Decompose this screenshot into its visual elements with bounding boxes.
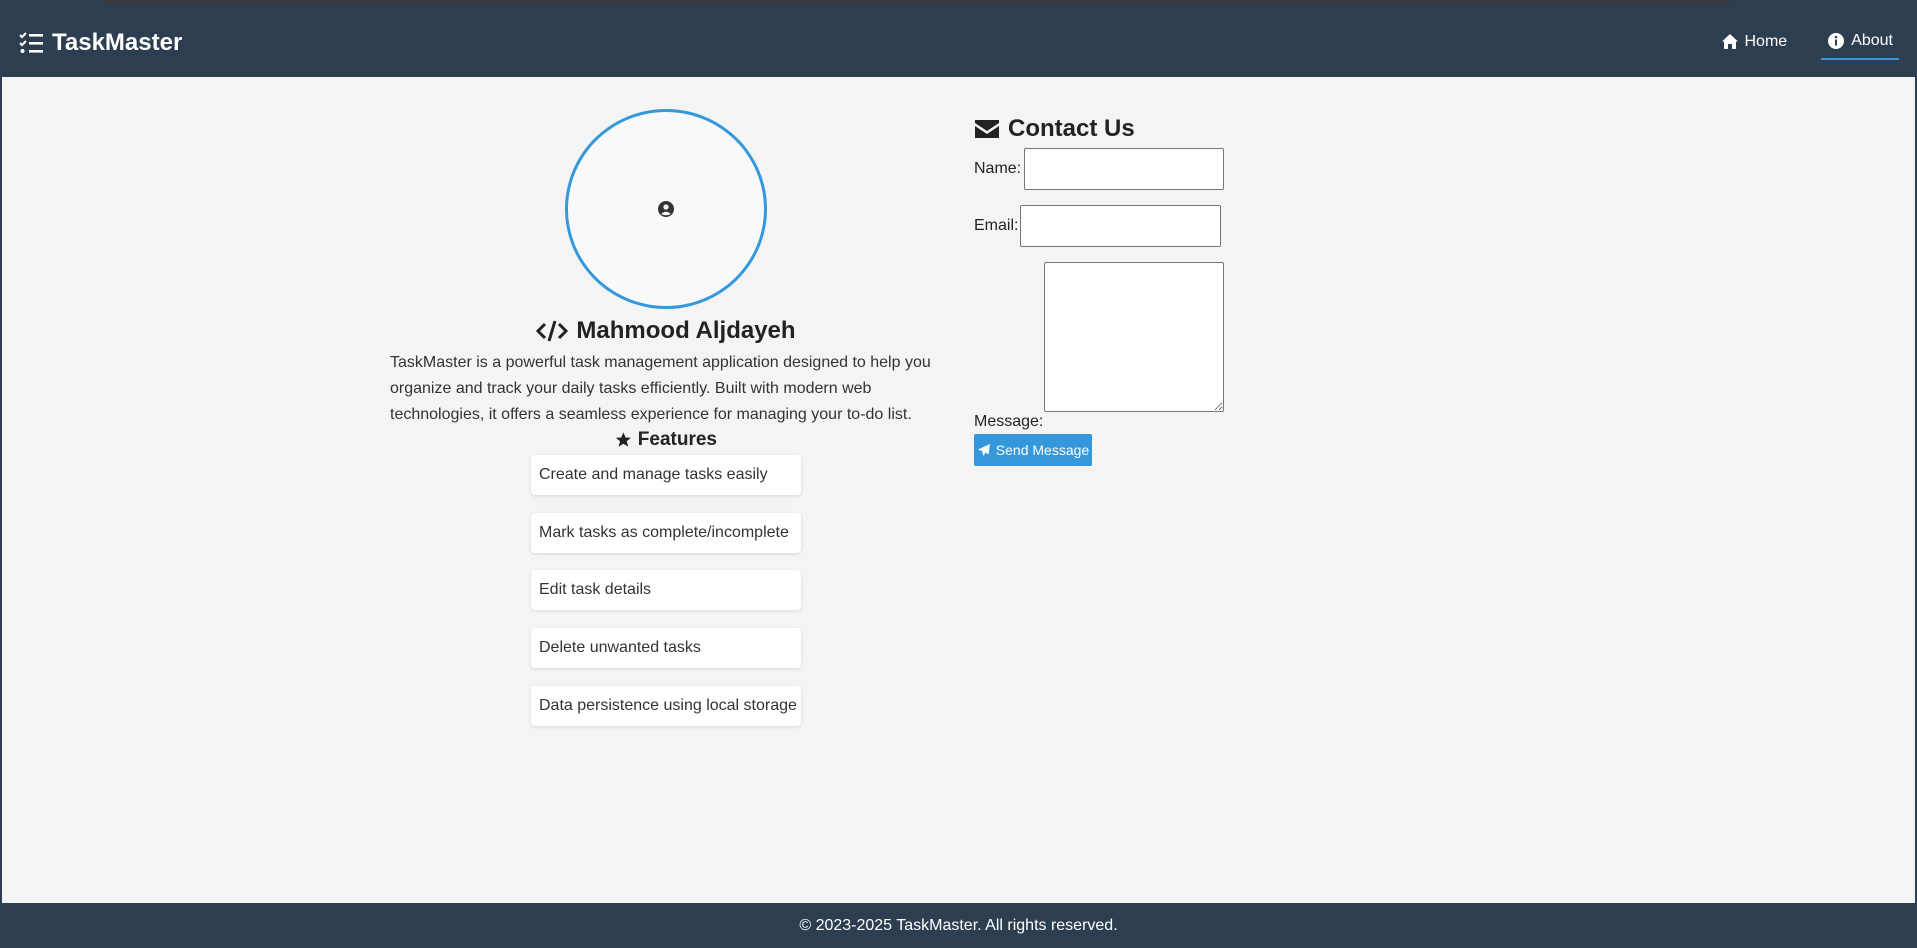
email-label: Email: [974,217,1019,234]
nav-home-label: Home [1744,33,1788,50]
message-label: Message: [974,413,1044,430]
feature-item: Edit task details [531,570,801,610]
send-message-label: Send Message [995,442,1090,458]
name-label: Name: [974,160,1022,177]
brand-logo[interactable]: TaskMaster [18,28,182,58]
app-description: TaskMaster is a powerful task management… [390,354,931,423]
developer-name: Mahmood Aljdayeh [535,316,797,346]
contact-heading: Contact Us [974,114,1135,144]
code-icon [536,320,569,342]
nav-menu: Home About [1715,28,1899,60]
copyright-text: © 2023-2025 TaskMaster. All rights reser… [799,916,1118,934]
envelope-icon [975,120,999,138]
feature-item: Data persistence using local storage [531,686,801,726]
info-icon [1828,33,1845,49]
top-navbar: TaskMaster Home About [0,0,1917,77]
user-circle-icon [658,201,674,217]
feature-item: Create and manage tasks easily [531,455,801,495]
send-message-button[interactable]: Send Message [974,434,1092,466]
tasks-icon [19,32,43,53]
features-heading: Features [615,428,717,452]
nav-about-label: About [1851,32,1893,49]
paper-plane-icon [977,444,990,456]
page-footer: © 2023-2025 TaskMaster. All rights reser… [0,903,1917,948]
feature-item: Mark tasks as complete/incomplete [531,513,801,553]
contact-heading-text: Contact Us [1008,115,1135,142]
star-icon [615,432,631,447]
developer-name-text: Mahmood Aljdayeh [576,317,796,344]
nav-home-link[interactable]: Home [1715,28,1794,60]
nav-about-link[interactable]: About [1821,28,1899,60]
profile-avatar [565,109,767,309]
features-heading-text: Features [637,429,717,450]
email-input[interactable] [1020,205,1221,247]
about-page-main [2,77,1915,903]
message-textarea[interactable] [1044,262,1224,412]
brand-title: TaskMaster [52,29,183,56]
home-icon [1721,34,1738,49]
browser-edge [105,0,1730,4]
name-input[interactable] [1024,148,1224,190]
feature-item: Delete unwanted tasks [531,628,801,668]
